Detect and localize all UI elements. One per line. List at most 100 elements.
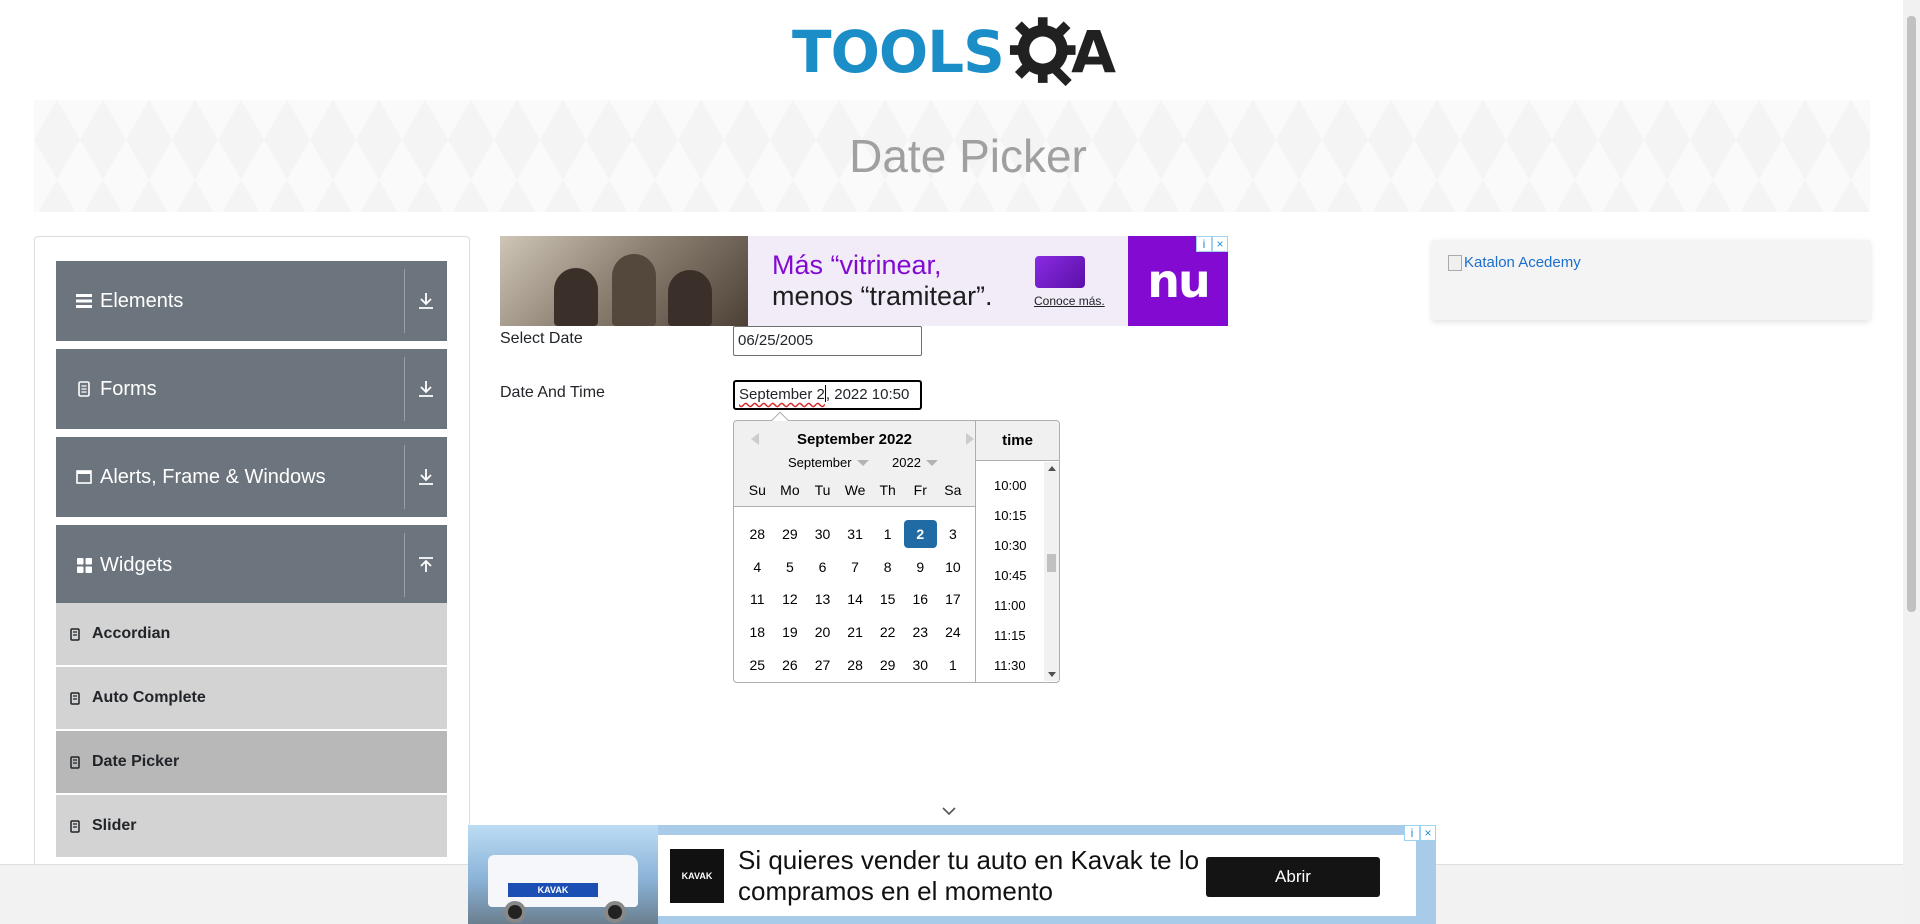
ad-text: Si quieres vender tu auto en Kavak te lo… [738,844,1200,906]
adchoices-icon[interactable]: i [1196,236,1212,252]
day-cell[interactable]: 14 [839,585,872,613]
scroll-up-icon[interactable] [1048,466,1056,471]
day-cell[interactable]: 1 [937,651,970,679]
day-cell[interactable]: 18 [741,618,774,646]
select-date-input[interactable]: 06/25/2005 [733,326,922,356]
day-cell[interactable]: 23 [904,618,937,646]
day-cell[interactable]: 29 [871,651,904,679]
day-cell[interactable]: 20 [806,618,839,646]
day-cell[interactable]: 30 [806,520,839,548]
week-row: 11 12 13 14 15 16 17 [741,583,969,616]
day-cell[interactable]: 2 [903,520,937,549]
time-option[interactable]: 10:45 [976,561,1044,591]
close-icon[interactable]: × [1420,825,1436,841]
day-cell[interactable]: 4 [741,553,774,581]
day-cell[interactable]: 1 [871,520,904,548]
time-option[interactable]: 11:00 [976,591,1044,621]
document-icon [74,381,94,397]
time-option[interactable]: 11:30 [976,651,1044,681]
month-select[interactable]: September [788,455,869,470]
day-cell[interactable]: 8 [871,553,904,581]
weekday-label: We [844,482,866,498]
day-cell[interactable]: 12 [774,585,807,613]
day-cell[interactable]: 21 [839,618,872,646]
date-time-input[interactable]: September 2, 2022 10:50 [733,380,922,410]
weekday-label: Mo [780,482,800,498]
grid-icon [74,557,94,573]
datepicker-month: September 2022 September 2022 Su Mo Tu W… [734,421,975,684]
time-option[interactable]: 10:00 [976,471,1044,501]
adchoices-icon[interactable]: i [1404,825,1420,841]
day-cell[interactable]: 22 [871,618,904,646]
ad-open-button[interactable]: Abrir [1206,857,1380,897]
day-cell[interactable]: 29 [774,520,807,548]
scroll-down-icon[interactable] [1048,672,1056,677]
day-cell[interactable]: 16 [904,585,937,613]
sidebar-item-accordian[interactable]: Accordian [56,603,447,667]
day-cell[interactable]: 31 [839,520,872,548]
day-cell[interactable]: 3 [937,520,970,548]
chevron-down-icon [925,459,938,466]
chevron-down-icon [856,459,869,466]
day-cell[interactable]: 6 [806,553,839,581]
download-icon[interactable] [405,437,447,517]
time-option[interactable]: 10:15 [976,501,1044,531]
day-grid: 28 29 30 31 1 2 3 4 5 6 7 8 9 10 11 12 13 14 15 16 17 18 19 20 2… [741,518,969,681]
upload-icon[interactable] [405,525,447,605]
day-cell[interactable]: 11 [741,585,774,613]
select-date-label: Select Date [500,330,583,347]
ad-headline-line1: Más “vitrinear, [772,250,942,280]
day-cell[interactable]: 19 [774,618,807,646]
day-cell[interactable]: 13 [806,585,839,613]
sidebar-group-alerts[interactable]: Alerts, Frame & Windows [56,437,447,517]
chevron-down-icon[interactable] [941,806,957,816]
toolsqa-logo[interactable]: TOOLS A [792,14,1116,90]
time-option[interactable]: 11:15 [976,621,1044,651]
time-option[interactable]: 10:30 [976,531,1044,561]
day-cell[interactable]: 27 [806,651,839,679]
sidebar-item-date-picker[interactable]: Date Picker [56,731,447,795]
sidebar-group-elements[interactable]: Elements [56,261,447,341]
time-header: time [976,421,1059,461]
credit-card-icon [1035,256,1085,288]
day-cell[interactable]: 15 [871,585,904,613]
page-scroll-thumb[interactable] [1907,16,1916,612]
sidebar-item-label: Slider [92,817,137,834]
sidebar-item-slider[interactable]: Slider [56,795,447,859]
day-cell[interactable]: 26 [774,651,807,679]
sidebar-group-forms[interactable]: Forms [56,349,447,429]
day-cell[interactable]: 7 [839,553,872,581]
close-icon[interactable]: × [1212,236,1228,252]
ad-cta-link[interactable]: Conoce más. [1034,294,1105,308]
month-select-value: September [788,455,852,470]
top-advertisement[interactable]: Más “vitrinear, menos “tramitear”. Conoc… [500,236,1228,326]
day-cell[interactable]: 24 [937,618,970,646]
day-cell[interactable]: 28 [839,651,872,679]
time-scrollbar[interactable] [1044,462,1059,681]
weekday-label: Th [879,482,896,498]
week-row: 25 26 27 28 29 30 1 [741,648,969,681]
weekday-label: Fr [913,482,927,498]
day-cell[interactable]: 10 [937,553,970,581]
day-cell[interactable]: 30 [904,651,937,679]
day-cell[interactable]: 9 [904,553,937,581]
date-time-value-before-caret: September 2 [739,386,825,403]
bottom-advertisement[interactable]: KAVAK KAVAK Si quieres vender tu auto en… [468,825,1436,924]
badge-icon [70,627,84,641]
page-scrollbar[interactable] [1903,0,1920,924]
left-sidebar: Elements Forms Alerts, Frame & Windows W… [34,236,470,924]
right-advertisement[interactable]: Katalon Acedemy [1432,240,1870,320]
day-cell[interactable]: 17 [937,585,970,613]
logo-text: TOOLS [792,18,1005,86]
sidebar-group-widgets[interactable]: Widgets [56,525,447,605]
day-cell[interactable]: 5 [774,553,807,581]
year-select[interactable]: 2022 [892,455,938,470]
scroll-thumb[interactable] [1047,554,1056,572]
sidebar-item-auto-complete[interactable]: Auto Complete [56,667,447,731]
truck-brand-text: KAVAK [508,883,598,897]
broken-image[interactable]: Katalon Acedemy [1448,254,1870,271]
day-cell[interactable]: 28 [741,520,774,548]
download-icon[interactable] [405,261,447,341]
download-icon[interactable] [405,349,447,429]
day-cell[interactable]: 25 [741,651,774,679]
